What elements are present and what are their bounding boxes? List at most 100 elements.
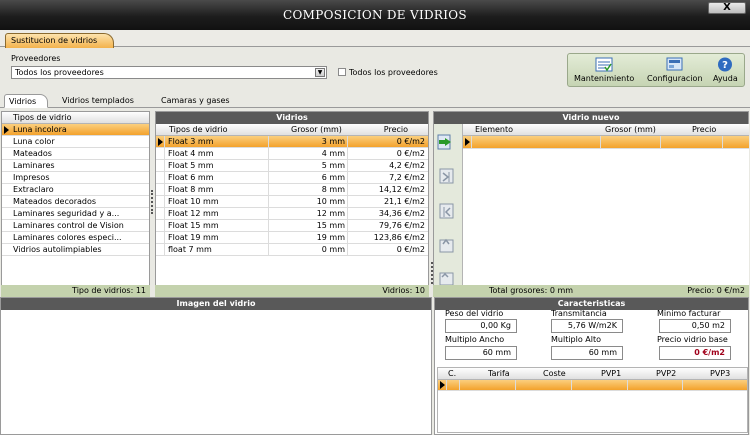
providers-label: Proveedores [11,54,61,63]
move-up-icon[interactable] [436,200,458,222]
vidrio-grosor: 5 mm [321,161,345,170]
ayuda-label: Ayuda [713,74,738,83]
glass-type-label: Mateados decorados [13,197,97,206]
tab-vidrios[interactable]: Vidrios [4,94,49,108]
glass-type-item[interactable]: Impresos [2,172,149,184]
glass-image-title: Imagen del vidrio [1,298,431,310]
vidrios-panel-title: Vidrios [156,112,428,124]
all-providers-checkbox-label: Todos los proveedores [349,68,438,77]
row-pointer-icon [158,138,163,146]
vidrio-precio: 14,12 €/m2 [378,185,425,194]
glass-type-label: Mateados [13,149,52,158]
ayuda-button[interactable]: ? Ayuda [713,56,738,83]
glass-type-item[interactable]: Vidrios autolimpiables [2,244,149,256]
precio-base-field[interactable]: 0 €/m2 [659,346,731,360]
vidrio-row[interactable]: Float 12 mm 12 mm 34,36 €/m2 [156,208,428,220]
glass-type-item[interactable]: Extraclaro [2,184,149,196]
all-providers-checkbox[interactable] [338,68,346,76]
vidrio-precio: 0 €/m2 [396,245,425,254]
multiplo-ancho-field[interactable]: 60 mm [445,346,517,360]
peso-field[interactable]: 0,00 Kg [445,319,517,333]
vidrio-nuevo-new-row[interactable] [463,136,749,149]
glass-type-label: Vidrios autolimpiables [13,245,102,254]
vidrio-row[interactable]: Float 10 mm 10 mm 21,1 €/m2 [156,196,428,208]
vidrio-grosor: 0 mm [321,245,345,254]
vidrio-nuevo-title: Vidrio nuevo [434,112,748,124]
glass-type-label: Impresos [13,173,50,182]
window-title: COMPOSICION DE VIDRIOS [283,8,467,22]
vidrio-precio: 34,36 €/m2 [378,209,425,218]
peso-label: Peso del vidrio [445,309,504,318]
configuration-icon [666,57,683,71]
configuracion-button[interactable]: Configuracion [647,56,703,83]
sub-tab-bar: Vidrios Vidrios templados Camaras y gase… [0,94,750,108]
vidrio-grosor: 15 mm [316,221,345,230]
transmitancia-field[interactable]: 5,76 W/m2K [551,319,623,333]
col-elemento: Elemento [475,125,514,134]
col-pvp3: PVP3 [710,369,731,378]
vidrio-name: Float 15 mm [168,221,219,230]
minimo-facturar-field[interactable]: 0,50 m2 [659,319,731,333]
row-pointer-icon [4,126,9,134]
glass-type-item[interactable]: Laminares [2,160,149,172]
vidrio-row[interactable]: Float 6 mm 6 mm 7,2 €/m2 [156,172,428,184]
chevron-down-icon[interactable]: ▼ [315,68,325,77]
glass-type-label: Laminares colores especi... [13,233,122,242]
vidrio-grosor: 6 mm [321,173,345,182]
tab-vidrios-templados[interactable]: Vidrios templados [62,94,134,108]
glass-type-item[interactable]: Mateados decorados [2,196,149,208]
row-pointer-icon [465,138,470,146]
vidrio-precio: 79,76 €/m2 [378,221,425,230]
splitter-handle-right[interactable] [431,262,433,284]
vidrio-row[interactable]: Float 15 mm 15 mm 79,76 €/m2 [156,220,428,232]
vidrio-nuevo-columns: Elemento Grosor (mm) Precio [463,124,749,136]
vidrio-name: Float 10 mm [168,197,219,206]
multiplo-alto-field[interactable]: 60 mm [551,346,623,360]
vidrio-grosor: 10 mm [316,197,345,206]
glass-type-label: Extraclaro [13,185,54,194]
glass-type-item[interactable]: Laminares control de Vision [2,220,149,232]
tab-camaras-y-gases[interactable]: Camaras y gases [161,94,230,108]
mantenimiento-button[interactable]: Mantenimiento [574,56,634,83]
glass-type-item[interactable]: Luna incolora [2,124,149,136]
vidrio-row[interactable]: Float 4 mm 4 mm 0 €/m2 [156,148,428,160]
glass-type-item[interactable]: Laminares colores especi... [2,232,149,244]
col-tarifa: Tarifa [488,369,510,378]
vidrio-row[interactable]: Float 8 mm 8 mm 14,12 €/m2 [156,184,428,196]
glass-types-list: Luna incolora Luna color Mateados Laminares… [2,124,149,256]
glass-type-item[interactable]: Mateados [2,148,149,160]
move-first-icon[interactable] [436,234,458,256]
vidrio-precio: 4,2 €/m2 [389,161,425,170]
tarifa-new-row[interactable] [438,380,747,391]
glass-type-item[interactable]: Laminares seguridad y a... [2,208,149,220]
providers-select[interactable]: Todos los proveedores ▼ [11,66,327,79]
precio-total: Precio: 0 €/m2 [687,286,745,295]
providers-selected-value: Todos los proveedores [15,68,104,77]
vidrio-precio: 0 €/m2 [396,149,425,158]
row-pointer-icon [440,381,445,389]
vidrio-precio: 0 €/m2 [396,137,425,146]
vidrio-name: Float 3 mm [168,137,214,146]
add-glass-icon[interactable] [436,131,458,153]
glass-type-label: Luna incolora [13,125,67,134]
col-c: C. [448,369,457,378]
close-button[interactable]: X [708,2,746,14]
glass-type-item[interactable]: Luna color [2,136,149,148]
vidrio-precio: 21,1 €/m2 [383,197,425,206]
vidrio-row[interactable]: Float 3 mm 3 mm 0 €/m2 [156,136,428,148]
vidrio-grosor: 12 mm [316,209,345,218]
vidrio-row[interactable]: float 7 mm 0 mm 0 €/m2 [156,244,428,256]
vidrio-row[interactable]: Float 19 mm 19 mm 123,86 €/m2 [156,232,428,244]
col-pvp1: PVP1 [601,369,622,378]
col-tipos-de-vidrio: Tipos de vidrio [169,125,228,134]
move-down-icon[interactable] [436,165,458,187]
vidrio-grosor: 8 mm [321,185,345,194]
tab-sustitucion-de-vidrios[interactable]: Sustitucion de vidrios [5,33,115,48]
transmitancia-label: Transmitancia [551,309,607,318]
toolbar: Mantenimiento Configuracion ? Ayuda [567,53,745,87]
vidrio-name: Float 4 mm [168,149,214,158]
splitter-handle[interactable] [151,190,153,214]
precio-base-label: Precio vidrio base [657,335,728,344]
vidrio-row[interactable]: Float 5 mm 5 mm 4,2 €/m2 [156,160,428,172]
vidrios-columns: Tipos de vidrio Grosor (mm) Precio [156,124,428,136]
